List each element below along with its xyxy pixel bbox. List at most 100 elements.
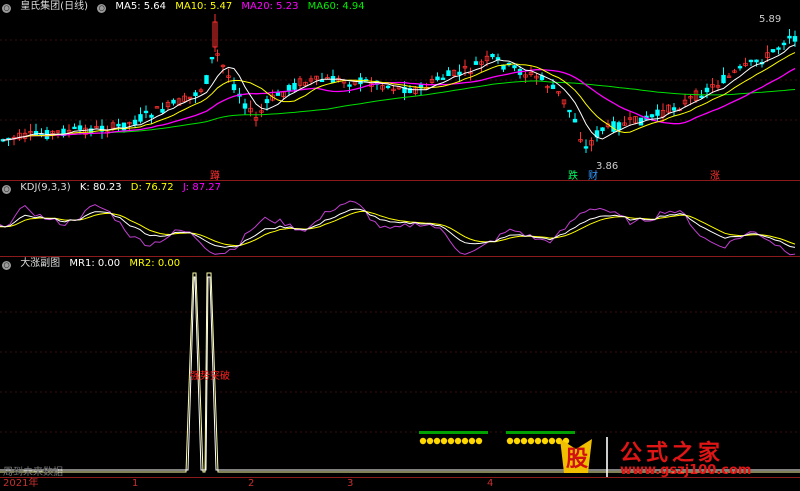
candle-body [495,57,501,60]
candle-body [490,53,495,58]
signal-dot [426,437,434,445]
signal-dot [520,437,528,445]
signal-dot [433,437,441,445]
signal-marker-c: 财 [588,171,598,180]
candle-body [171,99,176,104]
signal-dot [475,437,483,445]
candle-body [143,110,149,114]
mr1-value: MR1: 0.00 [69,258,121,269]
ma60-label: MA60: 4.94 [307,1,365,12]
axis-label: 4 [487,478,494,489]
sub-header: ○ 大涨副图 MR1: 0.00 MR2: 0.00 [2,258,186,270]
stock-title: 皇氏集团(日线) [20,1,88,12]
candle-body [704,87,710,93]
logo-url: www.gszj100.com [620,463,752,478]
high-price-label: 5.89 [759,14,782,25]
candle-body [721,74,726,84]
candlestick-chart[interactable] [0,0,800,180]
candle-body [616,122,622,131]
signal-dot [419,437,427,445]
collapse-icon[interactable]: ○ [2,4,11,13]
candle-body [385,85,391,89]
candle-body [737,66,743,69]
signal-dot [506,437,514,445]
candle-body [264,99,270,104]
signal-dot [440,437,448,445]
candle-body [446,70,451,77]
candle-body [611,121,616,132]
candle-body [770,49,776,53]
price-panel[interactable]: ○ 皇氏集团(日线) ○ MA5: 5.64 MA10: 5.47 MA20: … [0,0,800,180]
candle-body [292,82,297,90]
candle-body [347,84,352,87]
candle-body [512,65,517,69]
kdj-header: ○ KDJ(9,3,3) K: 80.23 D: 76.72 J: 87.27 [2,182,227,194]
kdj-panel[interactable]: ○ KDJ(9,3,3) K: 80.23 D: 76.72 J: 87.27 [0,180,800,257]
collapse-icon[interactable]: ○ [2,261,11,270]
candle-body [754,59,759,63]
signal-dot [454,437,462,445]
candle-body [149,114,154,118]
sub-title: 大涨副图 [20,258,61,269]
ma5-label: MA5: 5.64 [115,1,167,12]
candle-body [209,56,215,60]
settings-icon[interactable]: ○ [97,4,107,13]
candle-body [77,125,83,130]
candle-body [440,77,446,80]
kdj-d-value: D: 76.72 [130,182,174,193]
signal-dot [541,437,549,445]
candle-body [132,119,138,125]
candle-body [138,114,143,122]
signal-dot [534,437,542,445]
candle-body [787,35,792,39]
collapse-icon[interactable]: ○ [2,185,11,194]
signal-dot [468,437,476,445]
candle-body [583,146,589,149]
candle-body [231,84,237,91]
candle-body [699,95,704,99]
candle-body [671,107,677,111]
axis-label: 3 [347,478,354,489]
candle-body [435,76,440,81]
candle-body [792,36,798,42]
kdj-d-line [0,210,796,247]
sub-annotation: 强势突破 [190,371,230,382]
candle-body [748,59,754,63]
candle-body [572,118,578,123]
site-logo: 股 公式之家 www.gszj100.com [554,433,794,481]
candle-body [649,114,655,118]
candle-body [550,84,556,89]
signal-band [419,431,488,434]
axis-label: 2 [248,478,255,489]
kdj-j-value: J: 87.27 [182,182,221,193]
candle-body [193,92,198,97]
logo-glyph: 股 [566,447,589,472]
candle-body [567,109,572,113]
low-price-label: 3.86 [596,161,619,172]
ma10-label: MA10: 5.47 [175,1,233,12]
candle-body [116,123,121,127]
signal-dot [447,437,455,445]
candle-body [600,127,605,132]
candle-body [319,79,325,82]
mr2-value: MR2: 0.00 [129,258,181,269]
axis-label: 1 [132,478,139,489]
candle-body [781,42,787,46]
candle-body [72,126,77,130]
kdj-title: KDJ(9,3,3) [20,182,71,193]
sub-footer-text: 周到未来数据 [3,467,63,478]
signal-marker-d: 涨 [710,171,720,180]
signal-marker-b: 跌 [568,171,578,180]
candle-body [204,75,209,84]
signal-dot [461,437,469,445]
candle-body [242,103,248,109]
candle-body [457,71,462,75]
candle-body [776,47,781,50]
signal-dot [513,437,521,445]
signal-dot [527,437,535,445]
kdj-j-line [0,200,796,256]
price-header: ○ 皇氏集团(日线) ○ MA5: 5.64 MA10: 5.47 MA20: … [2,1,371,13]
candle-body [473,61,479,65]
candle-body [160,108,165,113]
signal-marker-a: 蹲 [210,171,220,180]
